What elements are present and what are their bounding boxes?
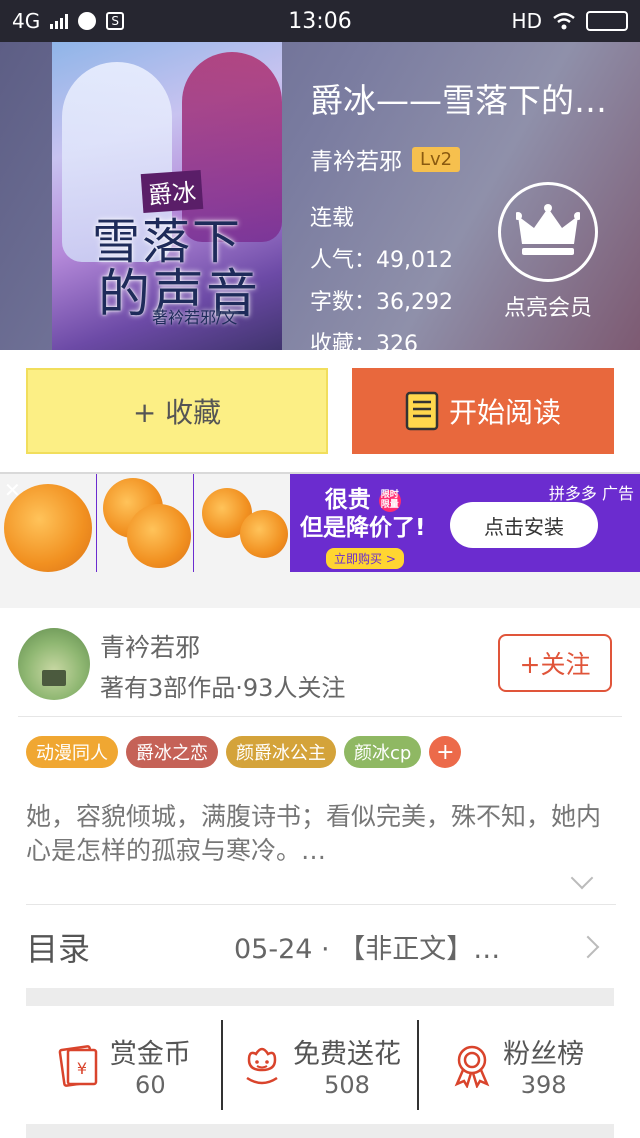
author-summary: 著有3部作品·93人关注 [100,674,346,702]
start-reading-button[interactable]: 开始阅读 [352,368,614,454]
level-badge: Lv2 [412,146,461,172]
book-author[interactable]: 青衿若邪 [310,142,402,176]
section-gap [26,988,614,1006]
avatar[interactable] [18,628,90,700]
book-cover[interactable]: 爵冰 雪落下 的声音 著衿若邪/文 [52,42,282,350]
svg-text:¥: ¥ [77,1059,87,1078]
book-description[interactable]: 她，容貌倾城，满腹诗书；看似完美，殊不知，她内心是怎样的孤寂与寒冷。… [26,800,616,868]
favorite-button[interactable]: + 收藏 [26,368,328,454]
fan-ranking-button[interactable]: 粉丝榜 398 [417,1020,614,1110]
book-detail-panel: 青衿若邪 著有3部作品·93人关注 +关注 动漫同人 爵冰之恋 颜爵冰公主 颜冰… [0,608,640,1138]
send-flower-label: 免费送花 [293,1038,401,1070]
latest-chapter: 05-24 · 【非正文】… [234,934,501,965]
divider [18,716,622,717]
chevron-right-icon [576,935,600,958]
ad-image-oranges-2 [97,474,193,572]
member-label: 点亮会员 [503,296,592,321]
chevron-down-icon[interactable] [570,866,594,890]
favorite-count: 收藏：326 [310,332,418,350]
section-gap-bottom [26,1124,614,1138]
author-card[interactable]: 青衿若邪 著有3部作品·93人关注 +关注 [18,628,622,706]
table-of-contents-row[interactable]: 目录 05-24 · 【非正文】… [26,904,616,988]
ad-banner[interactable]: ✕ 很贵 限时 限量 但是降价了! 立即购买 > 点击安装 拼多多 广告 [0,472,640,572]
ad-buy-now[interactable]: 立即购买 > [326,548,404,569]
start-reading-label: 开始阅读 [448,396,561,429]
tag-3[interactable]: 颜冰cp [344,736,422,768]
status-bar: 4G S 13:06 HD [0,0,640,42]
app-notification-icon [78,12,97,30]
member-button[interactable]: 点亮会员 [493,182,603,322]
battery-icon [586,11,628,31]
ad-slogan-line1: 很贵 [324,487,371,513]
ad-install-button[interactable]: 点击安装 [450,502,598,548]
network-label: 4G [12,9,41,33]
ad-slogan: 很贵 限时 限量 但是降价了! [300,486,426,542]
send-flower-button[interactable]: 免费送花 508 [220,1020,418,1110]
fan-ranking-value: 398 [520,1070,567,1099]
book-icon [405,391,439,431]
stats-bar: ¥ 赏金币 60 免费送花 508 粉丝榜 398 [26,1020,614,1110]
ad-image-oranges-3 [194,474,290,572]
fan-ranking-label: 粉丝榜 [503,1038,585,1070]
red-envelope-icon: ¥ [58,1045,98,1087]
signal-icon [50,13,69,29]
tag-0[interactable]: 动漫同人 [26,736,118,768]
add-tag-button[interactable]: + [429,736,462,768]
tag-list: 动漫同人 爵冰之恋 颜爵冰公主 颜冰cp + [26,736,462,768]
author-name[interactable]: 青衿若邪 [100,628,200,664]
follow-button[interactable]: +关注 [498,634,612,692]
reward-coins-value: 60 [135,1070,166,1099]
flower-icon [246,1047,278,1085]
tag-2[interactable]: 颜爵冰公主 [226,736,336,768]
tag-1[interactable]: 爵冰之恋 [126,736,218,768]
toc-label: 目录 [26,929,91,968]
book-header: 爵冰 雪落下 的声音 著衿若邪/文 爵冰——雪落下的… 青衿若邪 Lv2 连载 … [0,42,640,350]
s-notification-icon: S [106,12,125,30]
ad-close-icon[interactable]: ✕ [4,478,21,502]
wifi-icon [553,12,575,30]
crown-icon [516,204,580,255]
send-flower-value: 508 [324,1070,370,1099]
reward-coins-label: 赏金币 [109,1038,191,1070]
reward-coins-button[interactable]: ¥ 赏金币 60 [26,1020,221,1110]
ad-slogan-line2: 但是降价了! [300,515,426,541]
cover-byline: 著衿若邪/文 [152,308,238,327]
medal-icon [454,1045,490,1088]
ad-tag: 拼多多 广告 [548,484,634,503]
action-bar: + 收藏 开始阅读 [0,350,640,472]
ad-hot-badge: 限时 限量 [378,489,401,512]
hd-label: HD [511,9,542,33]
book-title: 爵冰——雪落下的… [310,81,607,120]
